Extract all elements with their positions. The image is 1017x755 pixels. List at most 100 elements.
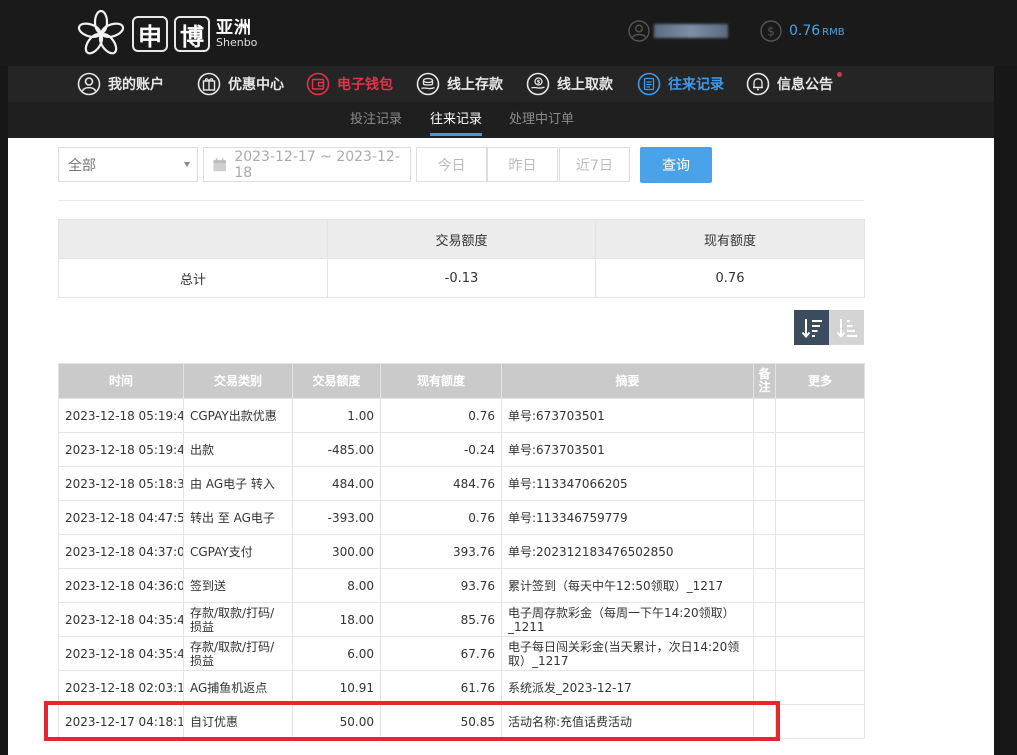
- type-select[interactable]: 全部: [58, 147, 198, 182]
- cell-amount: 10.91: [292, 670, 381, 705]
- col-time: 时间: [58, 363, 184, 399]
- cell-balance: 93.76: [380, 568, 502, 603]
- cell-summary: 电子周存款彩金（每周一下午14:20领取）_1211: [501, 602, 754, 637]
- notification-dot: [837, 72, 842, 77]
- tab-pending-orders[interactable]: 处理中订单: [509, 102, 574, 138]
- summary-amount: -0.13: [327, 258, 596, 298]
- col-summary: 摘要: [501, 363, 754, 399]
- summary-header-amount: 交易额度: [327, 219, 596, 259]
- table-row: 2023-12-18 02:03:10 AG捕鱼机返点 10.91 61.76 …: [58, 670, 865, 705]
- nav-item-announcements[interactable]: 信息公告: [746, 66, 842, 102]
- tab-bet-records[interactable]: 投注记录: [350, 102, 402, 138]
- cell-balance: 484.76: [380, 466, 502, 501]
- nav-label: 线上存款: [447, 77, 503, 93]
- cell-remark: [753, 670, 776, 705]
- table-row: 2023-12-18 05:19:40 出款 -485.00 -0.24 单号:…: [58, 432, 865, 467]
- cell-time: 2023-12-18 04:47:58: [58, 500, 184, 535]
- cell-type: 由 AG电子 转入: [183, 466, 293, 501]
- cell-remark: [753, 466, 776, 501]
- cell-remark: [753, 500, 776, 535]
- cell-more[interactable]: [775, 568, 865, 603]
- nav-item-my-account[interactable]: 我的账户: [77, 66, 164, 102]
- cell-summary: 单号:202312183476502850: [501, 534, 754, 569]
- cell-summary: 电子每日闯关彩金(当天累计，次日14:20领取）_1217: [501, 636, 754, 671]
- cell-remark: [753, 398, 776, 433]
- cell-more[interactable]: [775, 466, 865, 501]
- nav-label: 电子钱包: [337, 77, 393, 93]
- cell-amount: 6.00: [292, 636, 381, 671]
- cell-balance: 67.76: [380, 636, 502, 671]
- summary-header-balance: 现有额度: [595, 219, 865, 259]
- cell-summary: 累计签到（每天中午12:50领取）_1217: [501, 568, 754, 603]
- col-amount: 交易额度: [292, 363, 381, 399]
- cell-type: 签到送: [183, 568, 293, 603]
- cell-more[interactable]: [775, 670, 865, 705]
- wallet-icon: [306, 72, 330, 96]
- nav-item-records[interactable]: 往来记录: [637, 66, 724, 102]
- nav-item-online-withdraw[interactable]: $ 线上取款: [526, 66, 613, 102]
- cell-time: 2023-12-18 05:19:40: [58, 398, 184, 433]
- site-logo[interactable]: 申 博 亚洲 Shenbo: [76, 8, 257, 60]
- col-type: 交易类别: [183, 363, 293, 399]
- cell-more[interactable]: [775, 534, 865, 569]
- date-range-input[interactable]: 2023-12-17 ~ 2023-12-18: [203, 147, 411, 182]
- sort-asc-button[interactable]: [829, 310, 864, 345]
- cell-amount: 1.00: [292, 398, 381, 433]
- bell-icon: [746, 72, 770, 96]
- summary-row: 总计 -0.13 0.76: [58, 258, 865, 298]
- table-row: 2023-12-17 04:18:18 自订优惠 50.00 50.85 活动名…: [58, 704, 865, 739]
- summary-header-blank: [58, 219, 328, 259]
- summary-header-row: 交易额度 现有额度: [58, 219, 865, 259]
- logo-char-1: 申: [132, 16, 168, 52]
- cell-remark: [753, 534, 776, 569]
- cell-type: 转出 至 AG电子: [183, 500, 293, 535]
- table-row: 2023-12-18 04:36:03 签到送 8.00 93.76 累计签到（…: [58, 568, 865, 603]
- cell-remark: [753, 636, 776, 671]
- query-button[interactable]: 查询: [640, 147, 712, 183]
- cell-more[interactable]: [775, 398, 865, 433]
- cell-remark: [753, 568, 776, 603]
- divider: [58, 200, 864, 201]
- col-balance: 现有额度: [380, 363, 502, 399]
- user-avatar-icon[interactable]: [628, 20, 650, 42]
- table-row: 2023-12-18 05:19:40 CGPAY出款优惠 1.00 0.76 …: [58, 398, 865, 433]
- cell-time: 2023-12-18 04:35:42: [58, 636, 184, 671]
- top-header: 申 博 亚洲 Shenbo $ 0.76 RMB: [0, 0, 1017, 66]
- cell-more[interactable]: [775, 636, 865, 671]
- logo-cn: 亚洲: [216, 18, 252, 38]
- col-remark: 备注: [753, 363, 776, 399]
- cell-balance: 0.76: [380, 500, 502, 535]
- nav-item-online-deposit[interactable]: 线上存款: [416, 66, 503, 102]
- sort-desc-button[interactable]: [794, 310, 829, 345]
- today-button[interactable]: 今日: [416, 147, 487, 182]
- cell-balance: 85.76: [380, 602, 502, 637]
- sort-controls: [794, 310, 864, 345]
- cell-more[interactable]: [775, 500, 865, 535]
- flower-logo-icon: [77, 9, 125, 55]
- cell-summary: 单号:113347066205: [501, 466, 754, 501]
- user-area: $ 0.76 RMB: [628, 20, 845, 42]
- calendar-icon: [213, 157, 226, 171]
- tab-transaction-records[interactable]: 往来记录: [430, 102, 483, 138]
- user-icon: [77, 72, 101, 96]
- table-row: 2023-12-18 04:35:42 存款/取款/打码/损益 18.00 85…: [58, 602, 865, 637]
- nav-item-promotions[interactable]: 优惠中心: [197, 66, 284, 102]
- cell-balance: 0.76: [380, 398, 502, 433]
- last-7-days-button[interactable]: 近7日: [559, 147, 630, 182]
- withdraw-icon: $: [526, 72, 550, 96]
- cell-more[interactable]: [775, 704, 865, 739]
- cell-amount: -485.00: [292, 432, 381, 467]
- summary-table: 交易额度 现有额度 总计 -0.13 0.76: [58, 219, 865, 298]
- records-icon: [637, 72, 661, 96]
- yesterday-button[interactable]: 昨日: [487, 147, 558, 182]
- cell-more[interactable]: [775, 602, 865, 637]
- table-row: 2023-12-18 04:35:42 存款/取款/打码/损益 6.00 67.…: [58, 636, 865, 671]
- main-nav: 我的账户 优惠中心 电子钱包 线上存款 $ 线上取款 往来记录 信息公告: [8, 66, 994, 102]
- table-row: 2023-12-18 04:37:06 CGPAY支付 300.00 393.7…: [58, 534, 865, 569]
- cell-summary: 活动名称:充值话费活动: [501, 704, 754, 739]
- cell-amount: 484.00: [292, 466, 381, 501]
- nav-item-e-wallet[interactable]: 电子钱包: [306, 66, 393, 102]
- cell-more[interactable]: [775, 432, 865, 467]
- sub-nav: 投注记录 往来记录 处理中订单: [8, 102, 994, 138]
- cell-type: 出款: [183, 432, 293, 467]
